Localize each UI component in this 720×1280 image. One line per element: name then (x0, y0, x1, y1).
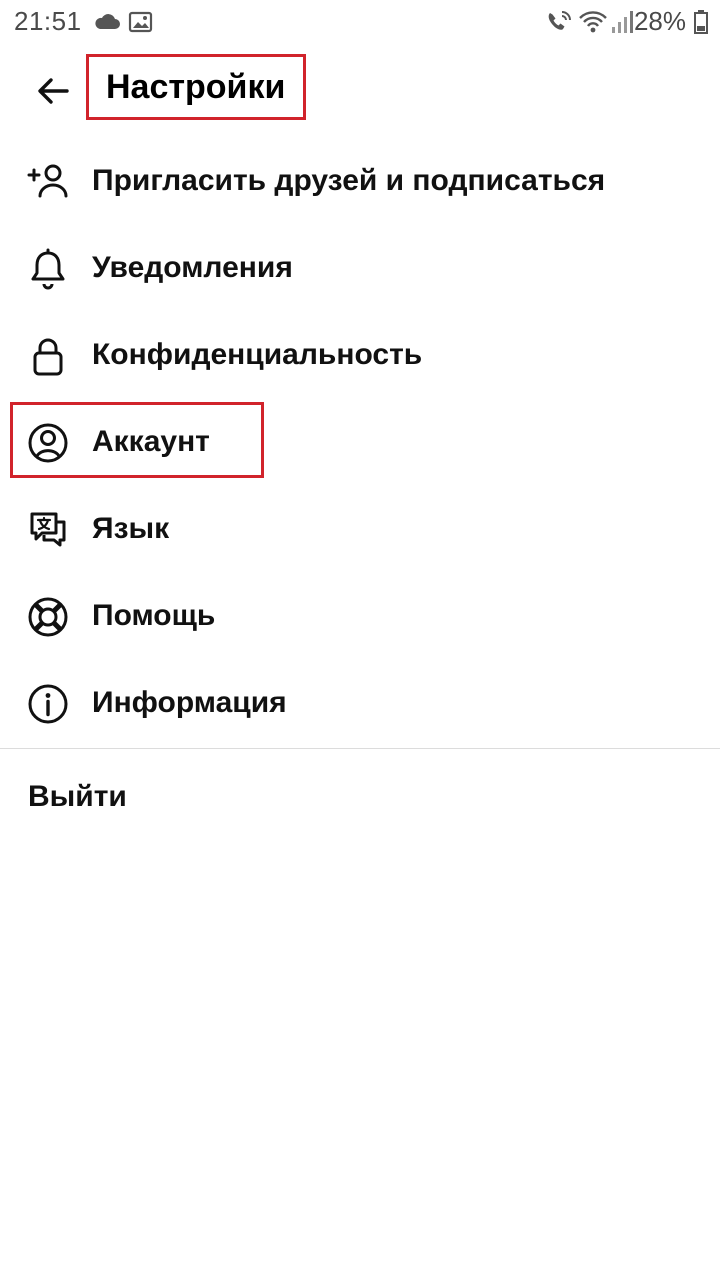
menu-item-privacy[interactable]: Конфиденциальность (0, 314, 720, 400)
status-time: 21:51 (14, 6, 82, 36)
page-title: Настройки (106, 68, 286, 106)
battery-icon (694, 10, 708, 34)
menu-item-label: Уведомления (92, 251, 293, 284)
menu-item-label: Аккаунт (92, 425, 210, 458)
bell-icon (26, 247, 70, 291)
battery-percent: 28% (633, 6, 686, 36)
status-bar: 21:51 28% (0, 0, 720, 46)
arrow-left-icon (38, 78, 69, 104)
menu-item-help[interactable]: Помощь (0, 575, 720, 661)
menu-item-label: Конфиденциальность (92, 338, 423, 371)
lifebuoy-icon (26, 595, 70, 639)
cloud-icon (92, 9, 122, 35)
wifi-call-icon (544, 9, 574, 35)
back-button[interactable] (28, 66, 78, 116)
account-circle-icon (26, 421, 70, 465)
menu-item-language[interactable]: Язык (0, 488, 720, 574)
lock-icon (26, 334, 70, 378)
info-icon (26, 682, 70, 726)
menu-item-label: Помощь (92, 599, 216, 632)
menu-item-info[interactable]: Информация (0, 662, 720, 748)
menu-item-label: Информация (92, 686, 287, 719)
menu-item-notifications[interactable]: Уведомления (0, 227, 720, 313)
wifi-icon (578, 9, 608, 35)
divider (0, 748, 720, 749)
menu-item-invite-friends[interactable]: Пригласить друзей и подписаться (0, 140, 720, 226)
signal-icon (610, 9, 634, 35)
language-chat-icon (26, 508, 70, 552)
settings-screen: 21:51 28% Настройки Пригласить друзей и … (0, 0, 720, 1280)
menu-item-label: Язык (92, 512, 170, 545)
menu-item-label: Пригласить друзей и подписаться (92, 164, 606, 197)
menu-item-account[interactable]: Аккаунт (0, 401, 720, 487)
logout-button[interactable]: Выйти (28, 780, 127, 814)
add-person-icon (26, 160, 70, 204)
image-icon (128, 9, 158, 35)
